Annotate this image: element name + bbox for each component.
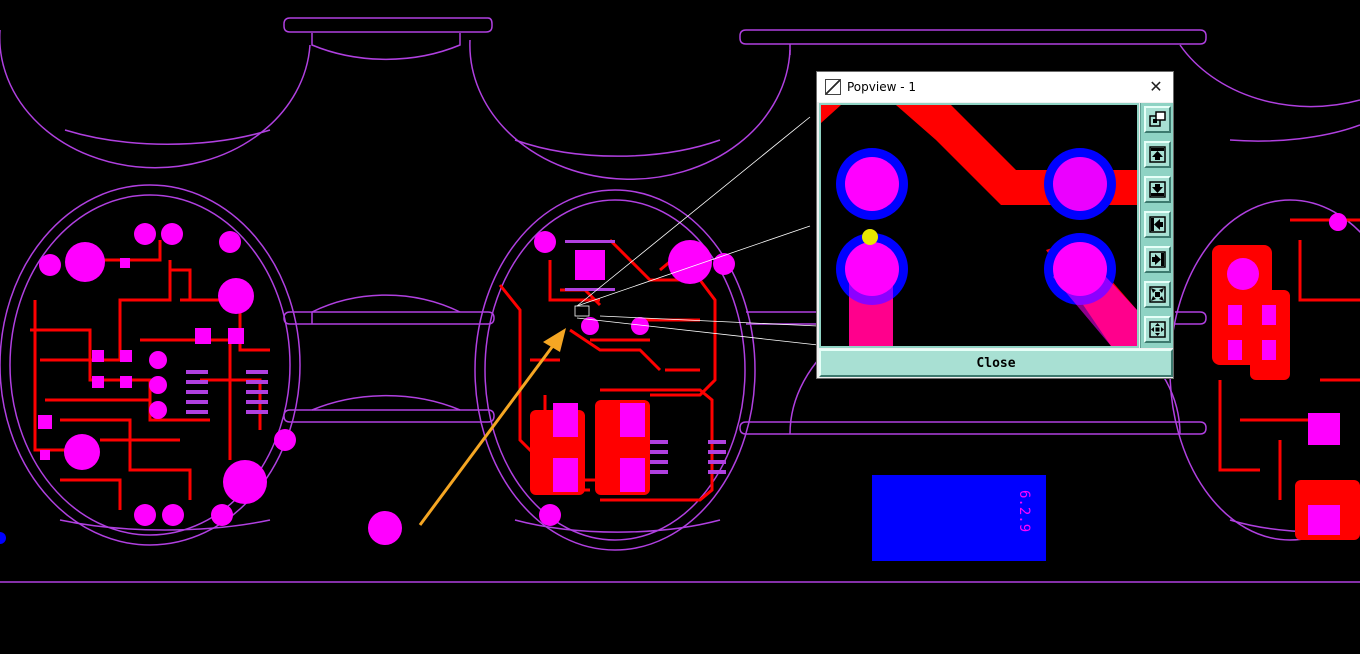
zoom-fit-icon bbox=[1149, 321, 1166, 338]
edge-via bbox=[0, 532, 6, 544]
cursor-marker bbox=[862, 229, 878, 245]
window-close-icon[interactable]: ✕ bbox=[1145, 76, 1167, 98]
pan-left-tool[interactable] bbox=[1144, 211, 1171, 238]
zoom-out-icon bbox=[1149, 286, 1166, 303]
close-button[interactable]: Close bbox=[819, 349, 1173, 377]
zoom-fit-tool[interactable] bbox=[1144, 316, 1171, 343]
popview-title: Popview - 1 bbox=[847, 80, 916, 94]
popview-toolstrip bbox=[1140, 103, 1173, 348]
pan-down-tool[interactable] bbox=[1144, 176, 1171, 203]
popview-titlebar[interactable]: Popview - 1 ✕ bbox=[817, 72, 1173, 102]
popview-guide-lines bbox=[574, 116, 819, 346]
app-icon bbox=[825, 79, 841, 95]
pan-down-icon bbox=[1149, 181, 1166, 198]
zoom-window-icon bbox=[1149, 111, 1166, 127]
middle-circuit-cluster bbox=[368, 231, 735, 545]
zoom-window-tool[interactable] bbox=[1144, 106, 1171, 133]
zoom-out-tool[interactable] bbox=[1144, 281, 1171, 308]
left-circuit-cluster bbox=[30, 223, 296, 526]
pan-right-icon bbox=[1149, 251, 1166, 268]
pan-right-tool[interactable] bbox=[1144, 246, 1171, 273]
pan-up-tool[interactable] bbox=[1144, 141, 1171, 168]
pan-up-icon bbox=[1149, 146, 1166, 163]
popview-window[interactable]: Popview - 1 ✕ Close bbox=[816, 71, 1174, 379]
popview-zoom-viewport[interactable] bbox=[819, 103, 1139, 348]
copper-plane-block: 6.2.9 bbox=[872, 475, 1046, 561]
pan-left-icon bbox=[1149, 216, 1166, 233]
silkscreen-label: 6.2.9 bbox=[1016, 490, 1032, 532]
right-circuit-cluster bbox=[1212, 213, 1360, 540]
